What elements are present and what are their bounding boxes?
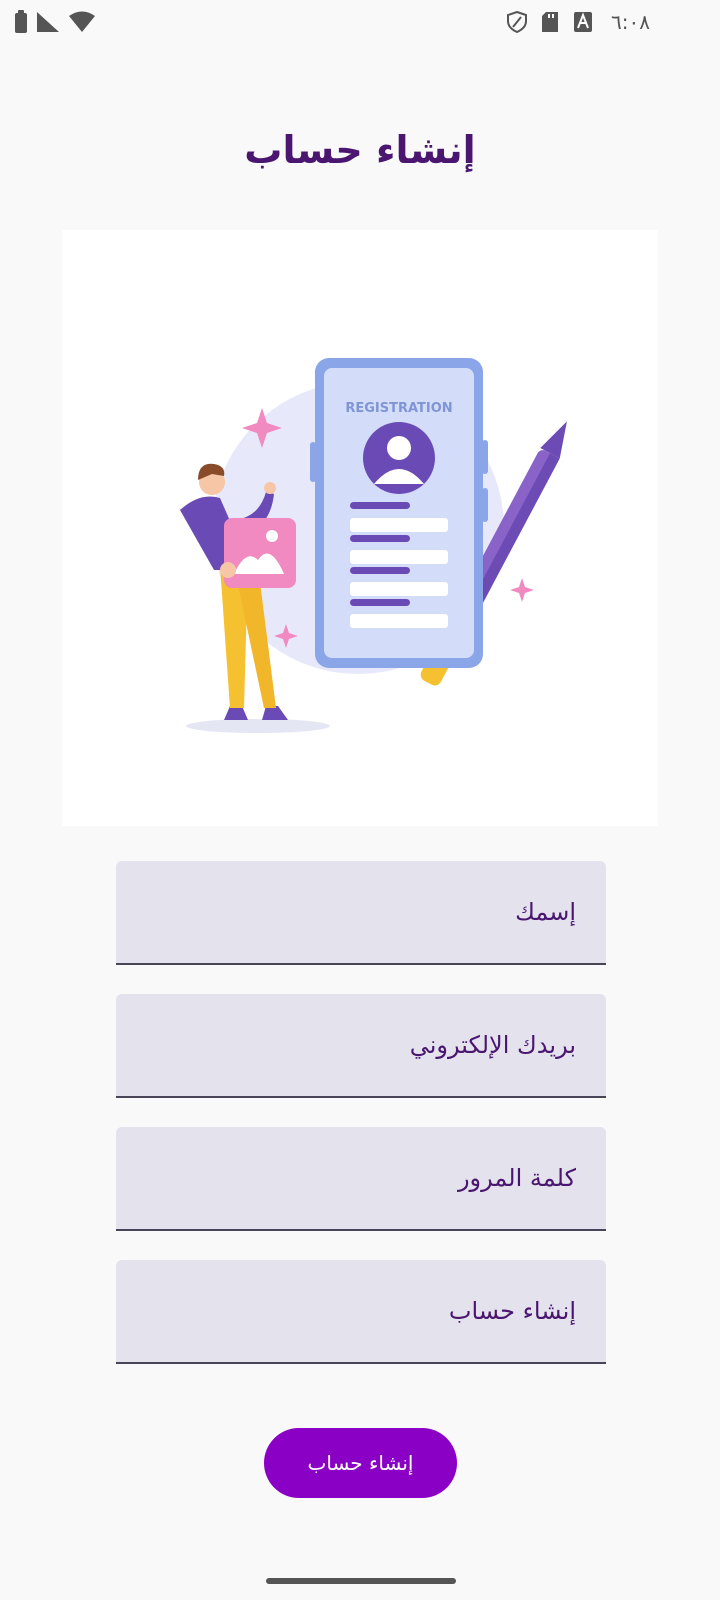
confirm-field[interactable] xyxy=(116,1259,606,1364)
registration-card-text: REGISTRATION xyxy=(345,401,452,416)
font-a-icon xyxy=(574,12,593,32)
password-input[interactable] xyxy=(116,1126,578,1230)
illustration-svg: REGISTRATION xyxy=(180,358,567,733)
signal-icon xyxy=(37,12,59,32)
sd-card-icon xyxy=(542,12,559,32)
status-right: ٦:٠٨ xyxy=(507,10,650,34)
email-field[interactable] xyxy=(116,993,606,1098)
name-field[interactable] xyxy=(116,860,606,965)
page-title: إنشاء حساب xyxy=(244,128,476,172)
password-field[interactable] xyxy=(116,1126,606,1231)
status-bar: ٦:٠٨ xyxy=(0,0,720,48)
battery-icon xyxy=(15,10,27,33)
status-left xyxy=(14,10,96,34)
clock: ٦:٠٨ xyxy=(611,10,650,34)
wifi-icon xyxy=(69,11,95,32)
home-indicator[interactable] xyxy=(266,1578,456,1584)
create-account-button[interactable]: إنشاء حساب xyxy=(264,1428,457,1498)
email-input[interactable] xyxy=(116,993,578,1097)
registration-illustration: REGISTRATION xyxy=(62,230,658,826)
name-input[interactable] xyxy=(116,860,578,964)
shield-icon xyxy=(507,11,528,33)
confirm-input[interactable] xyxy=(116,1259,578,1363)
